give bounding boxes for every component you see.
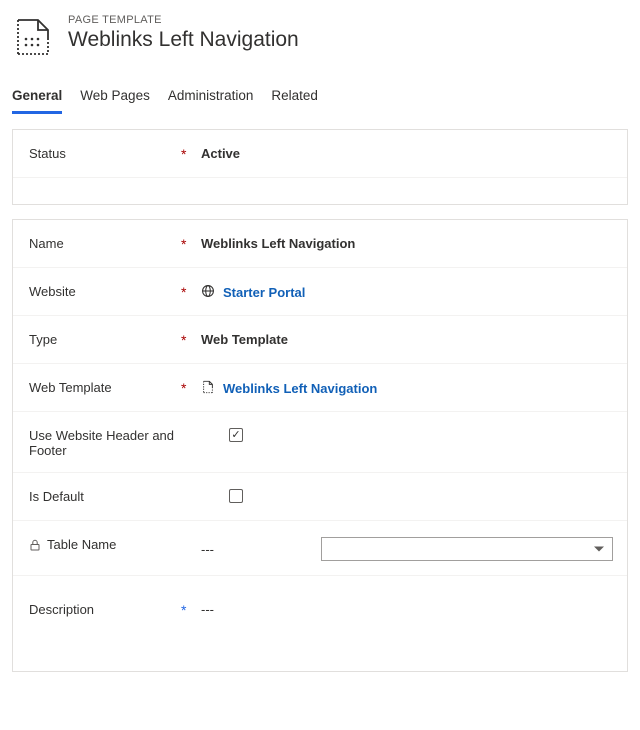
page-title: Weblinks Left Navigation [68,28,299,52]
web-template-value[interactable]: Weblinks Left Navigation [223,381,377,396]
tab-related[interactable]: Related [271,84,318,114]
tab-bar: General Web Pages Administration Related [0,84,640,115]
website-required-mark: * [181,284,201,299]
status-card: Status * Active [12,129,628,205]
tab-general[interactable]: General [12,84,62,114]
page-header: PAGE TEMPLATE Weblinks Left Navigation [0,0,640,78]
name-label: Name [29,236,181,251]
is-default-label: Is Default [29,489,181,504]
tab-web-pages[interactable]: Web Pages [80,84,150,114]
website-label: Website [29,284,181,299]
type-label: Type [29,332,181,347]
website-value[interactable]: Starter Portal [223,285,305,300]
tab-administration[interactable]: Administration [168,84,254,114]
details-card: Name * Weblinks Left Navigation Website … [12,219,628,672]
status-required-mark: * [181,146,201,161]
name-value[interactable]: Weblinks Left Navigation [201,236,355,251]
use-header-footer-checkbox[interactable] [229,428,243,442]
globe-icon [201,284,215,301]
header-eyebrow: PAGE TEMPLATE [68,14,299,26]
web-template-label: Web Template [29,380,181,395]
table-name-select[interactable] [321,537,613,561]
table-name-value: --- [201,542,214,557]
document-icon [201,380,215,397]
is-default-checkbox[interactable] [229,489,243,503]
type-value[interactable]: Web Template [201,332,288,347]
description-recommended-mark: * [181,602,201,617]
description-value[interactable]: --- [201,602,214,617]
page-template-icon [12,16,54,58]
type-required-mark: * [181,332,201,347]
status-value[interactable]: Active [201,146,240,161]
table-name-label: Table Name [29,537,181,554]
use-header-footer-label: Use Website Header and Footer [29,428,181,458]
description-label: Description [29,602,181,617]
lock-icon [29,537,41,554]
name-required-mark: * [181,236,201,251]
status-label: Status [29,146,181,161]
web-template-required-mark: * [181,380,201,395]
